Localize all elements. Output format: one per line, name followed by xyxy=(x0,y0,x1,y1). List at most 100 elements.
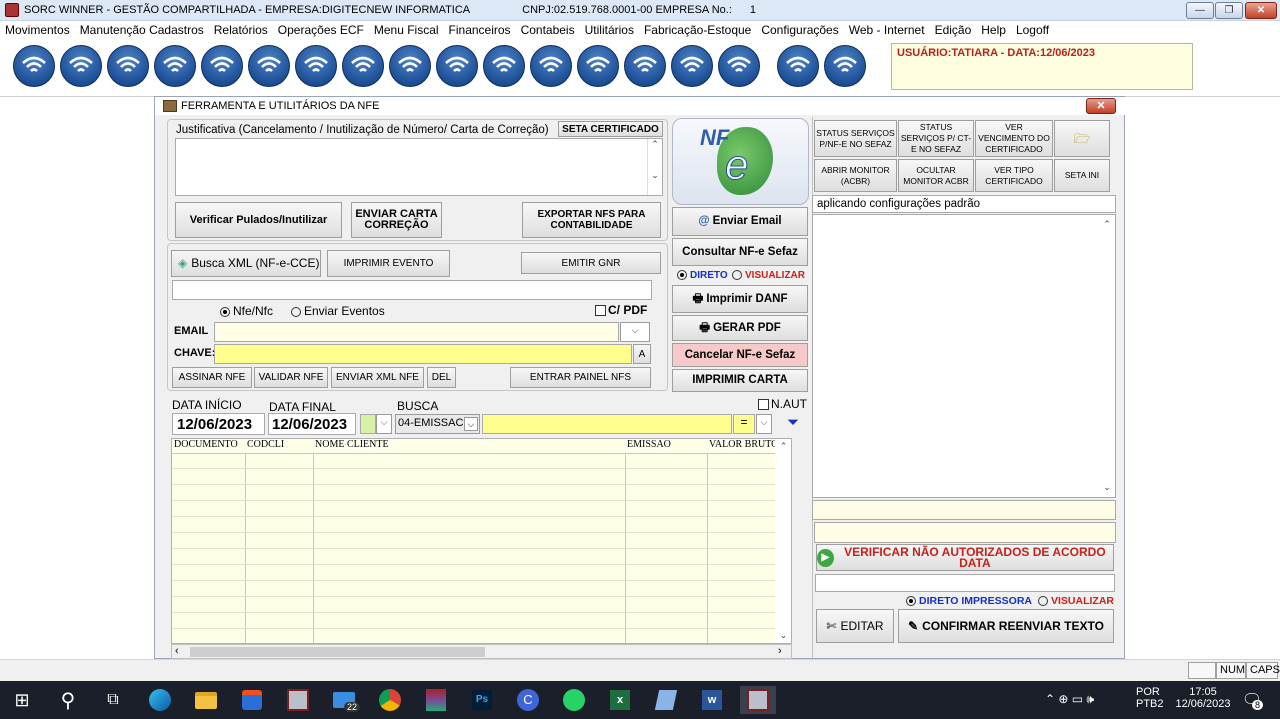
menu-relatorios[interactable]: Relatórios xyxy=(209,21,273,37)
assinar-nfe-button[interactable]: ASSINAR NFE xyxy=(172,367,252,388)
verificar-pulados-button[interactable]: Verificar Pulados/Inutilizar xyxy=(175,202,342,238)
ver-tipo-certificado-button[interactable]: VER TIPO CERTIFICADO xyxy=(975,159,1053,192)
notepad-icon[interactable] xyxy=(652,686,680,714)
menu-financeiros[interactable]: Financeiros xyxy=(444,21,516,37)
email-input[interactable] xyxy=(214,322,619,342)
menu-web[interactable]: Web - Internet xyxy=(844,21,930,37)
chave-a-button[interactable]: A xyxy=(633,344,651,364)
seta-certificado-button[interactable]: SETA CERTIFICADO xyxy=(558,121,663,137)
minimize-button[interactable]: — xyxy=(1186,2,1214,19)
toolbar-shortcut-button[interactable] xyxy=(671,45,713,87)
chrome-icon[interactable] xyxy=(376,686,404,714)
toolbar-shortcut-button[interactable] xyxy=(824,45,866,87)
exportar-nfs-button[interactable]: EXPORTAR NFS PARA CONTABILIDADE xyxy=(522,202,661,238)
table-row[interactable] xyxy=(172,533,791,549)
radio-direto-impressora[interactable]: DIRETO IMPRESSORA xyxy=(906,595,1032,607)
file-explorer-icon[interactable] xyxy=(192,686,220,714)
log-scrollbar[interactable]: ⌃ ⌄ xyxy=(1099,215,1115,497)
emitir-gnr-button[interactable]: EMITIR GNR xyxy=(521,252,661,274)
word-icon[interactable]: w xyxy=(698,686,726,714)
filter-icon[interactable]: ⏷ xyxy=(783,414,803,434)
log-textarea[interactable]: ⌃ ⌄ xyxy=(812,214,1116,498)
excel-icon[interactable]: x xyxy=(606,686,634,714)
radio-visualizar[interactable]: VISUALIZAR xyxy=(732,270,805,281)
busca-xml-button[interactable]: ◈ Busca XML (NF-e-CCE) xyxy=(171,250,321,277)
status-servicos-nfe-button[interactable]: STATUS SERVIÇOS P/NF-E NO SEFAZ xyxy=(814,120,897,157)
busca-dropdown-arrow[interactable]: ⌵ xyxy=(376,414,392,434)
toolbar-shortcut-button[interactable] xyxy=(436,45,478,87)
search-icon[interactable]: ⚲ xyxy=(54,686,82,714)
toolbar-shortcut-button[interactable] xyxy=(295,45,337,87)
enviar-email-button[interactable]: @ Enviar Email xyxy=(672,207,808,236)
verificar-nao-autorizados-button[interactable]: ▶ VERIFICAR NÃO AUTORIZADOS DE ACORDO DAT… xyxy=(816,544,1114,571)
status-servicos-cte-button[interactable]: STATUS SERVIÇOS P/ CT-E NO SEFAZ xyxy=(898,120,974,157)
table-row[interactable] xyxy=(172,517,791,533)
toolbar-shortcut-button[interactable] xyxy=(60,45,102,87)
toolbar-shortcut-button[interactable] xyxy=(718,45,760,87)
table-row[interactable] xyxy=(172,549,791,565)
toolbar-shortcut-button[interactable] xyxy=(248,45,290,87)
mail-icon[interactable]: 22 xyxy=(330,686,361,714)
photoshop-icon[interactable]: Ps xyxy=(468,686,496,714)
column-valor-bruto[interactable]: VALOR BRUTO xyxy=(707,439,779,453)
enviar-xml-nfe-button[interactable]: ENVIAR XML NFE xyxy=(331,367,424,388)
cancelar-nfe-button[interactable]: Cancelar NF-e Sefaz xyxy=(672,343,808,367)
language-indicator[interactable]: POR PTB2 xyxy=(1136,686,1164,710)
n-aut-checkbox[interactable]: N.AUT xyxy=(758,397,807,411)
scroll-right-icon[interactable]: › xyxy=(778,645,782,657)
toolbar-shortcut-button[interactable] xyxy=(483,45,525,87)
menu-manutencao[interactable]: Manutenção Cadastros xyxy=(75,21,209,37)
enviar-carta-correcao-button[interactable]: ENVIAR CARTA CORREÇÃO xyxy=(351,202,442,238)
toolbar-shortcut-button[interactable] xyxy=(530,45,572,87)
clock[interactable]: 17:05 12/06/2023 xyxy=(1172,686,1234,710)
toolbar-shortcut-button[interactable] xyxy=(13,45,55,87)
info-field-2[interactable] xyxy=(814,522,1116,543)
menu-utilitarios[interactable]: Utilitários xyxy=(580,21,639,37)
window-close-button[interactable]: ✕ xyxy=(1086,98,1116,114)
editar-button[interactable]: ✄ EDITAR xyxy=(816,609,894,643)
sorc-app-active-icon[interactable] xyxy=(740,686,776,714)
column-documento[interactable]: DOCUMENTO xyxy=(172,439,238,453)
edge-icon[interactable] xyxy=(146,686,174,714)
table-row[interactable] xyxy=(172,613,791,629)
windows-start-icon[interactable]: ⊞ xyxy=(8,686,36,714)
toolbar-shortcut-button[interactable] xyxy=(107,45,149,87)
validar-nfe-button[interactable]: VALIDAR NFE xyxy=(254,367,328,388)
radio-visualizar-2[interactable]: VISUALIZAR xyxy=(1038,595,1114,607)
menu-contabeis[interactable]: Contabeis xyxy=(516,21,580,37)
radio-nfe-nfc[interactable]: Nfe/Nfc xyxy=(220,304,273,318)
table-row[interactable] xyxy=(172,629,791,643)
sorc-app-icon[interactable] xyxy=(284,686,312,714)
table-row[interactable] xyxy=(172,501,791,517)
c-pdf-checkbox[interactable]: C/ PDF xyxy=(595,303,647,317)
justificativa-textarea[interactable]: ⌃ ⌄ xyxy=(175,138,663,196)
toolbar-shortcut-button[interactable] xyxy=(201,45,243,87)
gerar-pdf-button[interactable]: 🖶 GERAR PDF xyxy=(672,315,808,341)
toolbar-shortcut-button[interactable] xyxy=(342,45,384,87)
entrar-painel-nfs-button[interactable]: ENTRAR PAINEL NFS xyxy=(510,367,651,388)
seta-ini-button[interactable]: SETA INI xyxy=(1054,159,1110,192)
folder-icon[interactable]: 🗁 xyxy=(1054,120,1110,157)
radio-direto[interactable]: DIRETO xyxy=(677,270,728,281)
del-button[interactable]: DEL xyxy=(427,367,456,388)
column-emissao[interactable]: EMISSAO xyxy=(625,439,671,453)
store-icon[interactable] xyxy=(238,686,266,714)
operator-select[interactable]: = xyxy=(733,414,755,434)
table-vertical-scrollbar[interactable]: ⌃ ⌄ xyxy=(775,439,791,643)
ver-vencimento-button[interactable]: VER VENCIMENTO DO CERTIFICADO xyxy=(975,120,1053,157)
table-row[interactable] xyxy=(172,469,791,485)
toolbar-shortcut-button[interactable] xyxy=(624,45,666,87)
email-dropdown[interactable]: ⌵ xyxy=(620,322,650,342)
tray-icons[interactable]: ⌃ ⊕ ▭ 🕪 xyxy=(1045,692,1094,707)
consultar-nfe-button[interactable]: Consultar NF-e Sefaz xyxy=(672,238,808,266)
table-row[interactable] xyxy=(172,565,791,581)
menu-operacoes-ecf[interactable]: Operações ECF xyxy=(273,21,369,37)
scroll-left-icon[interactable]: ‹ xyxy=(175,645,179,657)
menu-fiscal[interactable]: Menu Fiscal xyxy=(369,21,444,37)
menu-edicao[interactable]: Edição xyxy=(930,21,977,37)
scroll-thumb[interactable] xyxy=(190,647,485,657)
date-range-input[interactable] xyxy=(815,574,1115,592)
notifications-icon[interactable]: 🗨 8 xyxy=(1238,686,1266,714)
menu-logoff[interactable]: Logoff xyxy=(1011,21,1054,37)
toolbar-shortcut-button[interactable] xyxy=(389,45,431,87)
